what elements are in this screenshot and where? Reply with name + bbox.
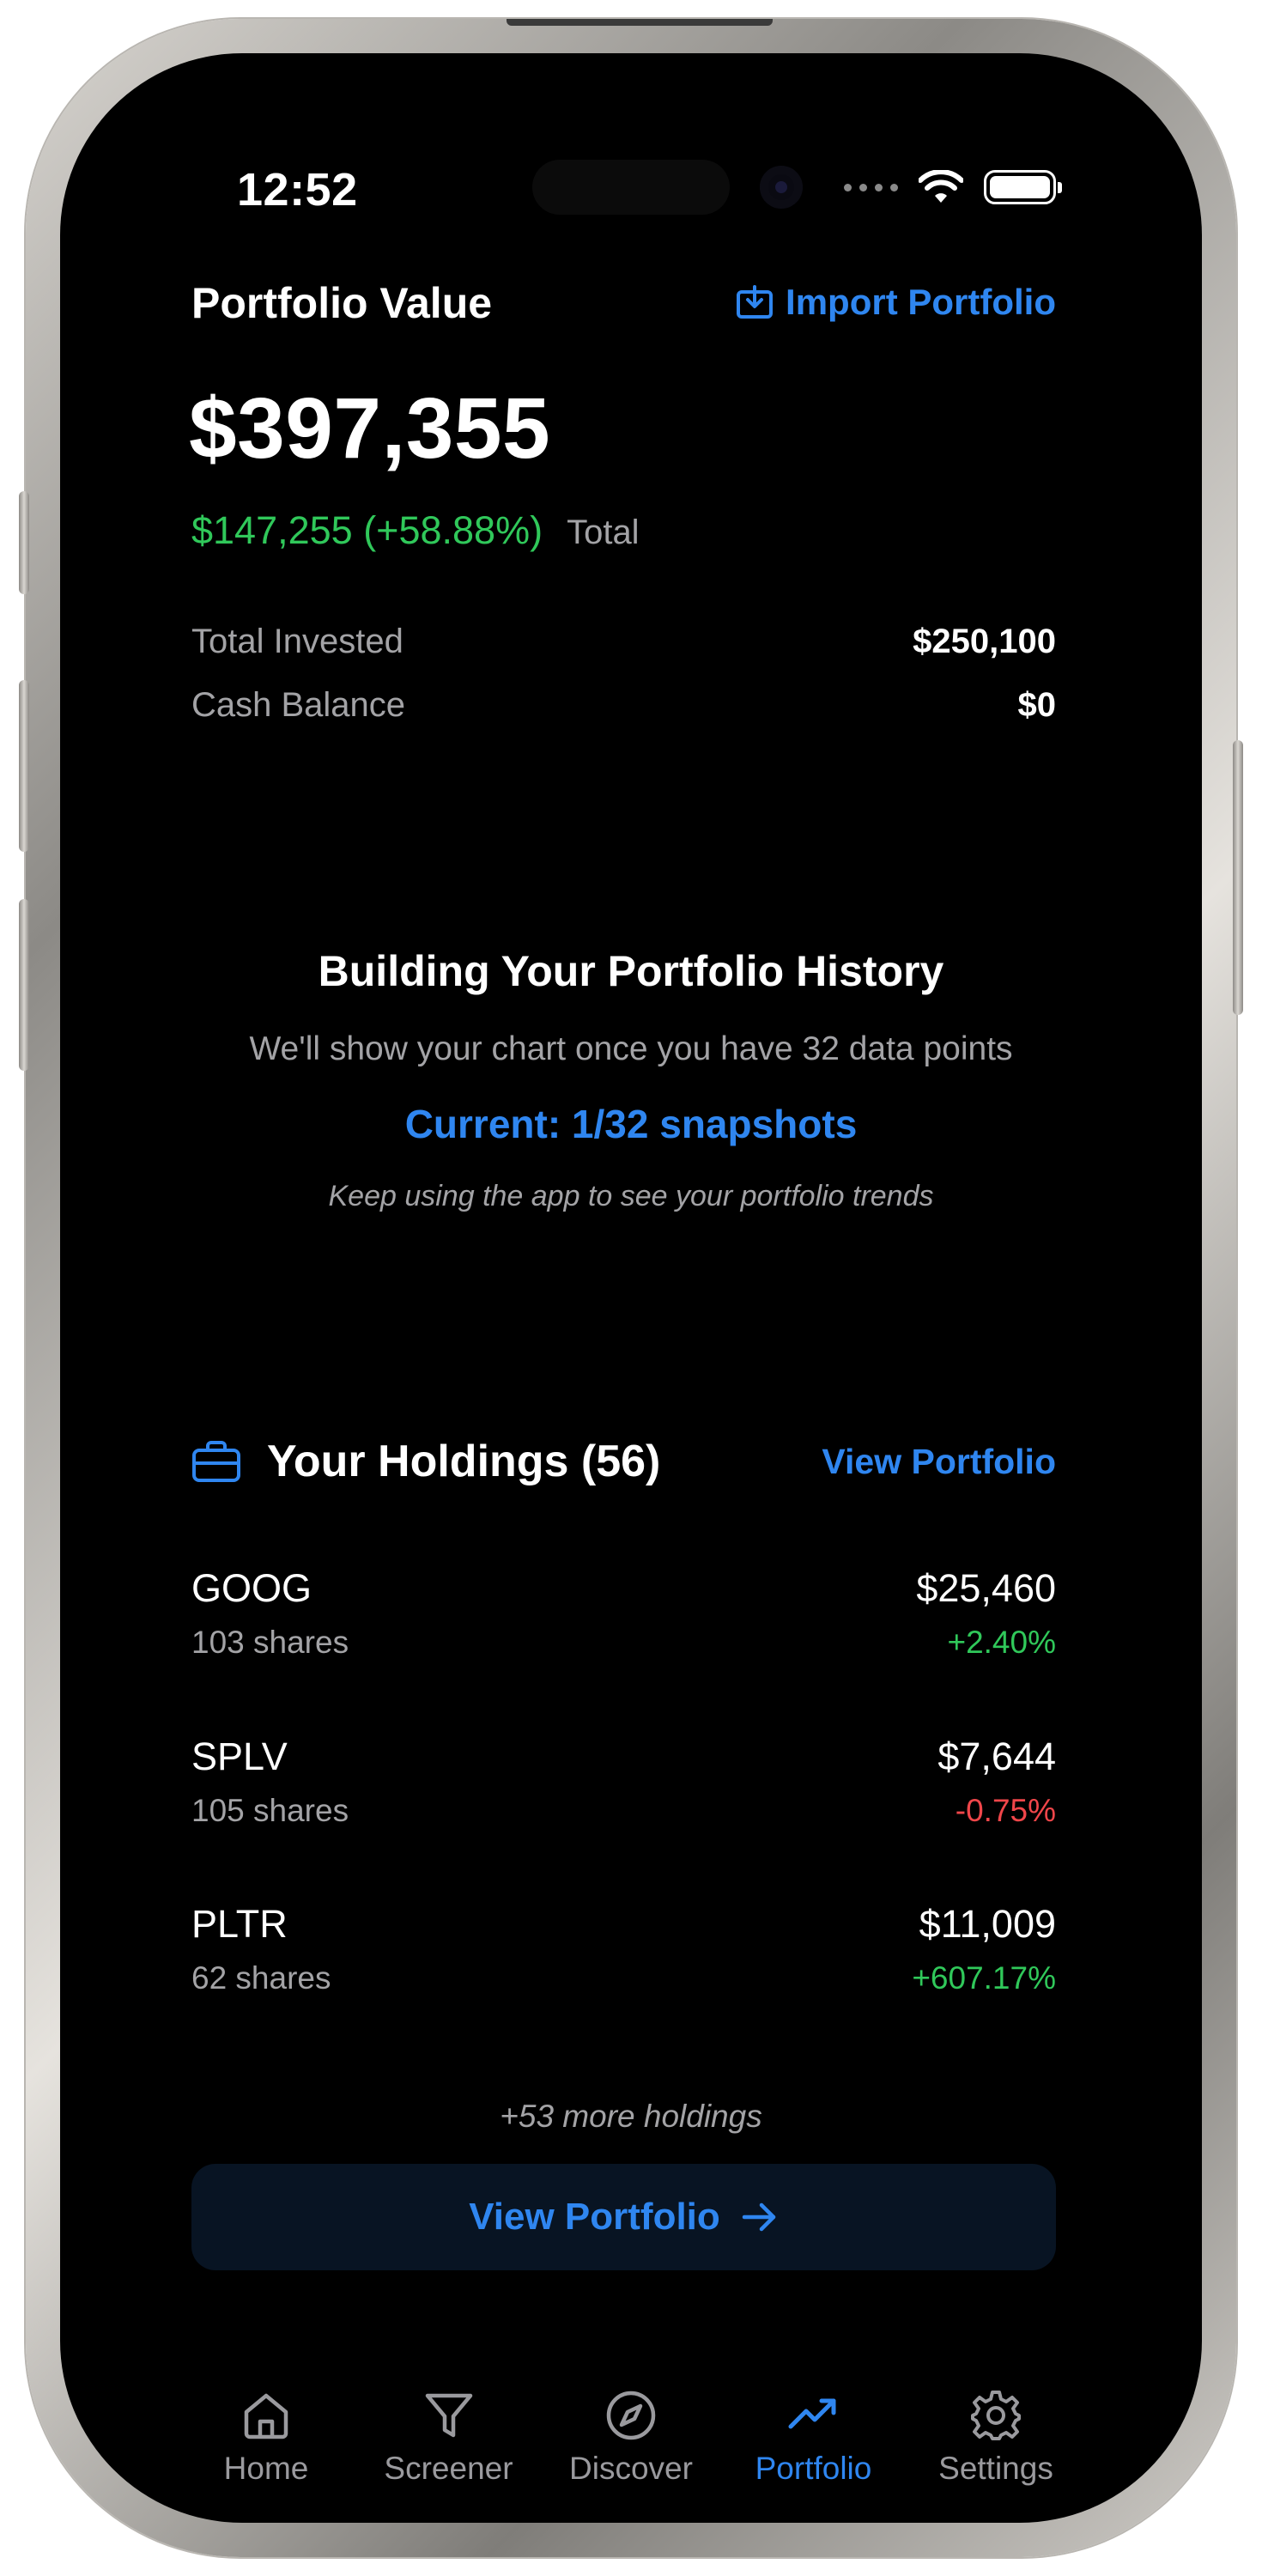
status-time: 12:52 bbox=[237, 164, 358, 216]
trending-up-icon bbox=[788, 2398, 835, 2429]
holding-value: $11,009 bbox=[919, 1902, 1056, 1946]
dynamic-island bbox=[532, 160, 730, 215]
holding-value: $25,460 bbox=[916, 1566, 1056, 1610]
holding-row-goog[interactable]: GOOG 103 shares $25,460 +2.40% bbox=[191, 1566, 1056, 1661]
top-antenna-line bbox=[507, 19, 773, 26]
volume-down-button bbox=[19, 899, 29, 1071]
portfolio-change-value: $147,255 (+58.88%) bbox=[191, 508, 543, 552]
total-invested-row: Total Invested $250,100 bbox=[191, 623, 1056, 661]
filter-icon bbox=[425, 2393, 472, 2438]
home-icon bbox=[244, 2393, 288, 2439]
power-button bbox=[1233, 740, 1243, 1015]
tab-label: Settings bbox=[938, 2451, 1053, 2486]
tab-portfolio[interactable]: Portfolio bbox=[728, 2389, 900, 2487]
action-button bbox=[19, 491, 29, 594]
briefcase-icon bbox=[192, 1441, 240, 1482]
tab-bar: Home Screener Discover Portfolio Setting… bbox=[180, 2389, 1082, 2487]
history-progress: Current: 1/32 snapshots bbox=[404, 1102, 858, 1146]
tab-home[interactable]: Home bbox=[180, 2389, 352, 2487]
tab-label: Portfolio bbox=[755, 2451, 872, 2486]
history-subtitle: We'll show your chart once you have 32 d… bbox=[249, 1030, 1013, 1067]
holdings-header: Your Holdings (56) View Portfolio bbox=[191, 1436, 1056, 1487]
holding-shares: 105 shares bbox=[191, 1793, 349, 1828]
volume-up-button bbox=[19, 680, 29, 852]
phone-frame: 12:52 Portfolio Value Import Portfolio $… bbox=[19, 19, 1243, 2557]
holding-symbol: PLTR bbox=[191, 1902, 288, 1946]
holding-symbol: GOOG bbox=[191, 1566, 312, 1610]
screen: 12:52 Portfolio Value Import Portfolio $… bbox=[77, 70, 1185, 2506]
tab-label: Discover bbox=[569, 2451, 693, 2486]
wifi-icon bbox=[919, 170, 963, 203]
phone-bezel: 12:52 Portfolio Value Import Portfolio $… bbox=[60, 53, 1202, 2523]
holdings-title: Your Holdings (56) bbox=[267, 1437, 661, 1486]
cash-balance-label: Cash Balance bbox=[191, 686, 406, 724]
cash-balance-row: Cash Balance $0 bbox=[191, 686, 1056, 725]
holding-shares: 103 shares bbox=[191, 1625, 349, 1660]
tab-label: Screener bbox=[384, 2451, 513, 2486]
portfolio-value-amount: $397,355 bbox=[189, 380, 551, 477]
holding-symbol: SPLV bbox=[191, 1735, 288, 1778]
portfolio-change-period: Total bbox=[567, 513, 640, 551]
view-portfolio-button-label: View Portfolio bbox=[469, 2196, 720, 2238]
holding-row-pltr[interactable]: PLTR 62 shares $11,009 +607.17% bbox=[191, 1902, 1056, 1996]
portfolio-value-title: Portfolio Value bbox=[191, 279, 493, 327]
cash-balance-value: $0 bbox=[1017, 686, 1057, 724]
holding-shares: 62 shares bbox=[191, 1960, 331, 1996]
total-invested-value: $250,100 bbox=[913, 623, 1056, 660]
battery-icon bbox=[984, 170, 1062, 204]
tab-label: Home bbox=[223, 2451, 309, 2486]
holding-change: +607.17% bbox=[912, 1960, 1056, 1996]
compass-icon bbox=[606, 2391, 656, 2440]
holding-row-splv[interactable]: SPLV 105 shares $7,644 -0.75% bbox=[191, 1735, 1056, 1829]
arrow-right-icon bbox=[742, 2202, 776, 2232]
status-icons bbox=[844, 170, 1062, 204]
gear-icon bbox=[971, 2391, 1021, 2440]
portfolio-change: $147,255 (+58.88%) Total bbox=[191, 508, 640, 553]
total-invested-label: Total Invested bbox=[191, 623, 403, 660]
tab-discover[interactable]: Discover bbox=[545, 2389, 717, 2487]
more-holdings-label: +53 more holdings bbox=[500, 2099, 762, 2134]
import-icon bbox=[737, 285, 774, 319]
cellular-signal-icon bbox=[844, 183, 898, 191]
import-portfolio-label: Import Portfolio bbox=[786, 282, 1056, 322]
view-portfolio-link[interactable]: View Portfolio bbox=[822, 1442, 1056, 1482]
history-title: Building Your Portfolio History bbox=[318, 947, 944, 995]
portfolio-history-placeholder: Building Your Portfolio History We'll sh… bbox=[77, 946, 1185, 1213]
view-portfolio-button[interactable]: View Portfolio bbox=[191, 2164, 1056, 2270]
history-hint: Keep using the app to see your portfolio… bbox=[328, 1180, 934, 1212]
holding-change: +2.40% bbox=[947, 1625, 1056, 1660]
tab-settings[interactable]: Settings bbox=[910, 2389, 1082, 2487]
front-camera bbox=[760, 166, 803, 209]
import-portfolio-button[interactable]: Import Portfolio bbox=[736, 282, 1056, 323]
tab-screener[interactable]: Screener bbox=[363, 2389, 535, 2487]
holding-value: $7,644 bbox=[937, 1735, 1056, 1778]
holding-change: -0.75% bbox=[955, 1793, 1056, 1828]
